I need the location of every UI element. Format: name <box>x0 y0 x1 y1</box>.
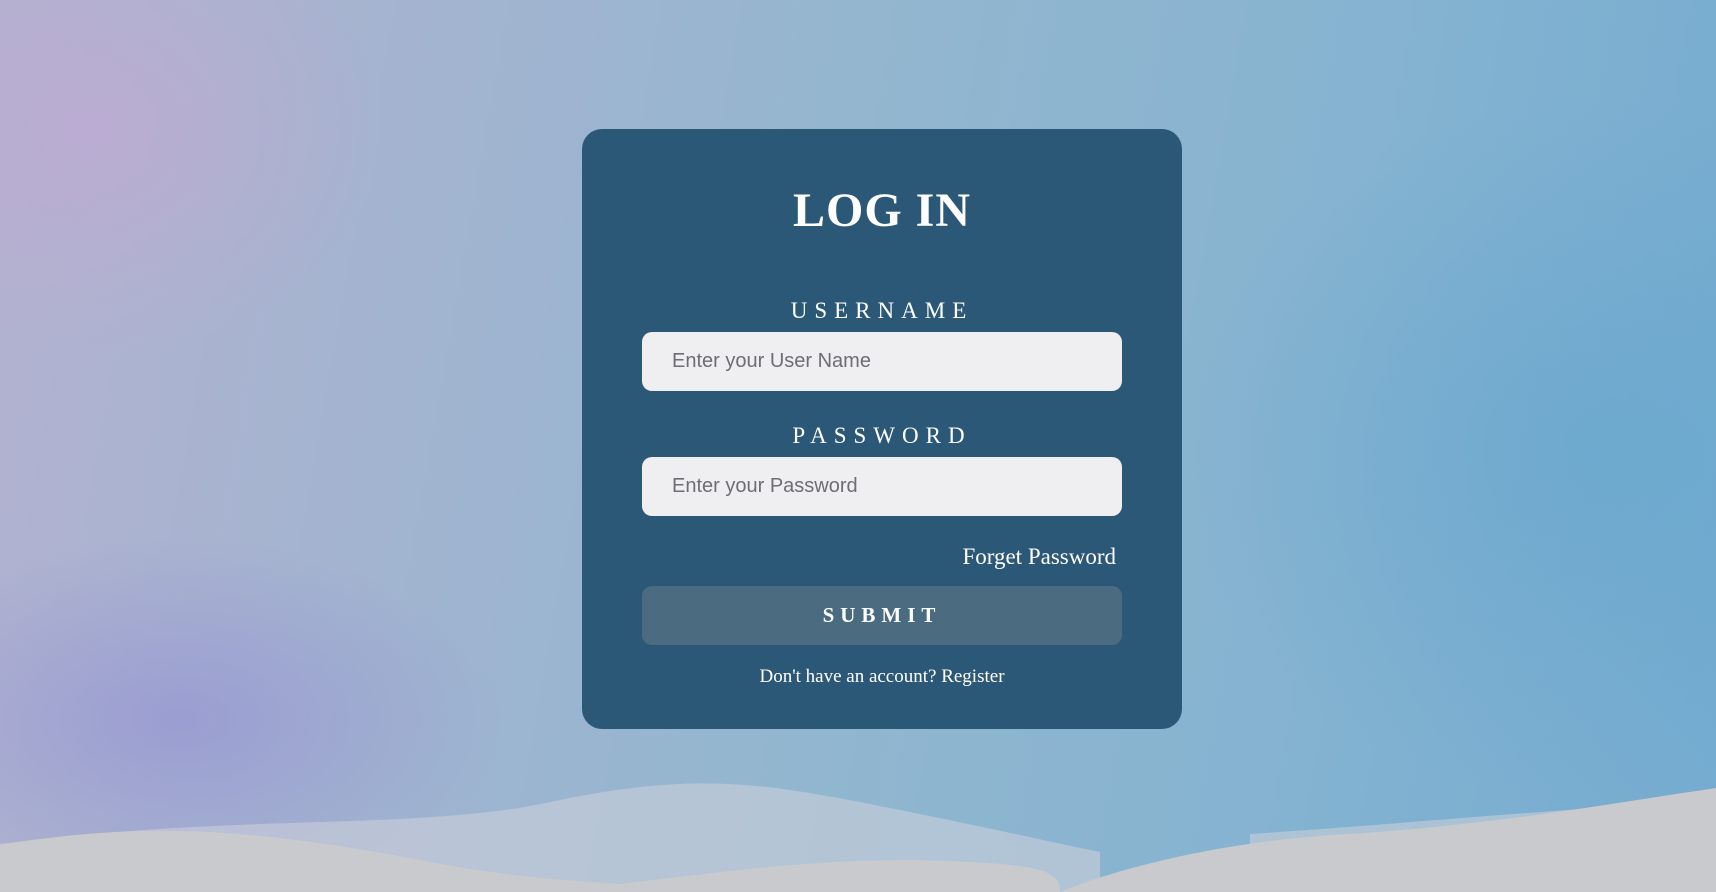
username-label: USERNAME <box>790 298 974 323</box>
submit-button[interactable]: SUBMIT <box>642 586 1122 645</box>
username-input[interactable] <box>642 332 1122 391</box>
password-input[interactable] <box>642 457 1122 516</box>
register-link[interactable]: Register <box>941 666 1004 687</box>
background-waves <box>0 783 1716 892</box>
password-label: PASSWORD <box>792 423 972 448</box>
login-card: LOG IN USERNAME PASSWORD Forget Password… <box>582 129 1182 729</box>
register-prompt-text: Don't have an account? <box>759 666 937 687</box>
login-title: LOG IN <box>792 184 972 237</box>
register-prompt: Don't have an account? Register <box>582 667 1182 686</box>
forget-password-link[interactable]: Forget Password <box>962 545 1116 568</box>
